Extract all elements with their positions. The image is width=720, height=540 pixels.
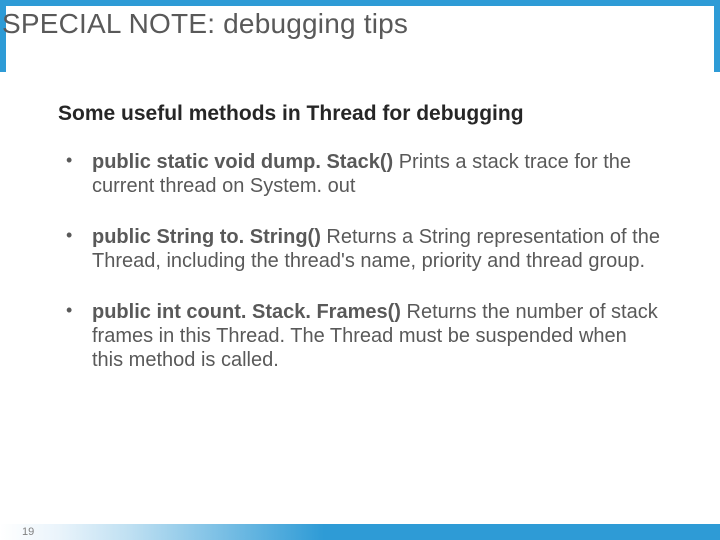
list-item: public static void dump. Stack() Prints … [58,150,662,199]
method-list: public static void dump. Stack() Prints … [58,150,662,373]
list-item: public String to. String() Returns a Str… [58,225,662,274]
subheading: Some useful methods in Thread for debugg… [58,102,662,126]
method-signature: public int count. Stack. Frames() [92,301,407,323]
list-item: public int count. Stack. Frames() Return… [58,300,662,373]
footer-strip [0,524,720,540]
content-area: Some useful methods in Thread for debugg… [0,72,720,373]
title-bar: SPECIAL NOTE: debugging tips [0,0,720,72]
page-number: 19 [22,526,34,538]
method-signature: public String to. String() [92,226,326,248]
slide-title: SPECIAL NOTE: debugging tips [2,8,408,40]
method-signature: public static void dump. Stack() [92,151,399,173]
footer: 19 [0,514,720,540]
